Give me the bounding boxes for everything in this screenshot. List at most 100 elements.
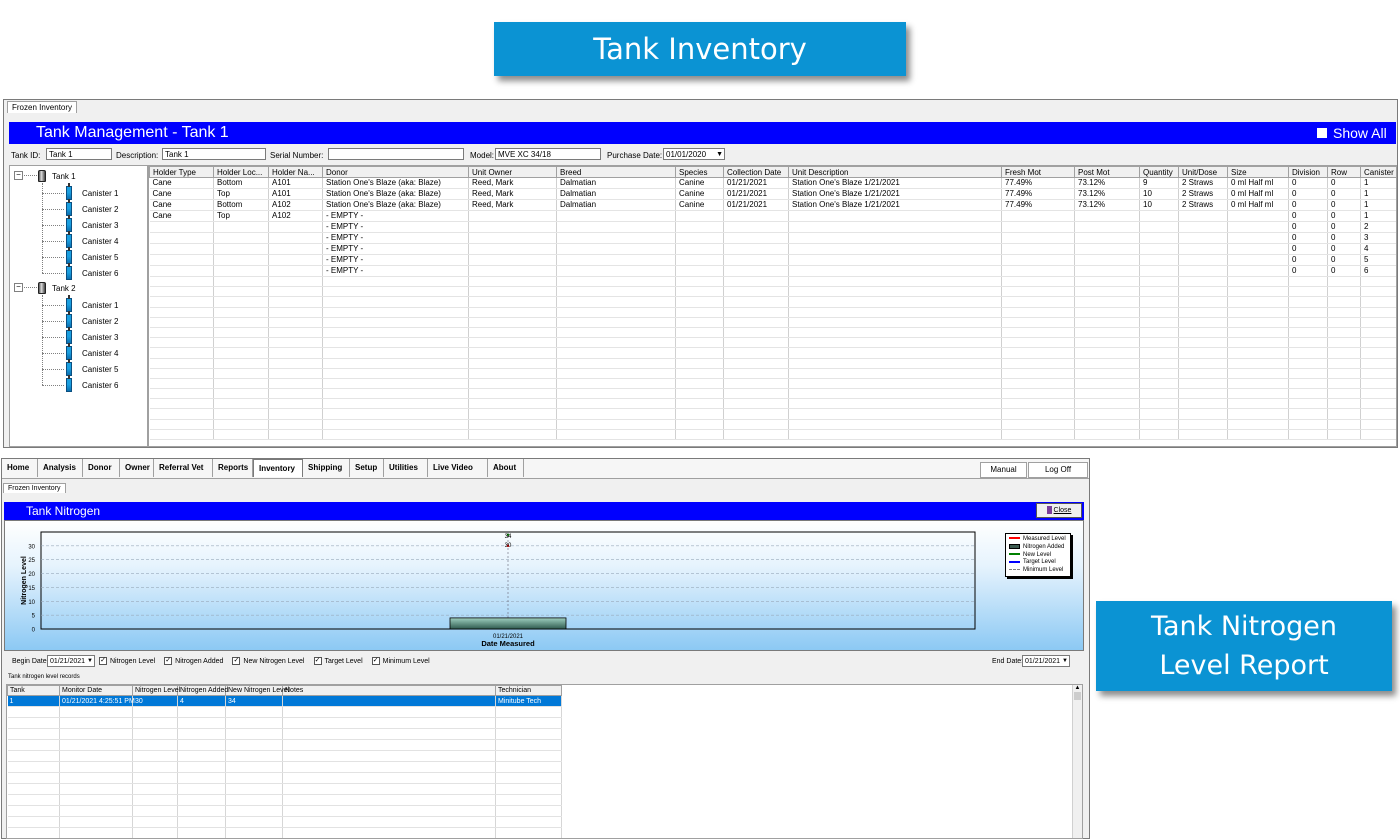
chevron-down-icon[interactable]: ▼ (1062, 657, 1068, 666)
checkbox-checked-icon[interactable]: ✓ (99, 657, 107, 665)
menu-item-owner[interactable]: Owner (120, 459, 154, 477)
column-header[interactable]: Post Mot (1074, 166, 1140, 178)
table-row[interactable] (7, 761, 562, 773)
table-row[interactable] (7, 816, 562, 828)
table-row[interactable] (149, 358, 1396, 369)
column-header[interactable]: Holder Loc... (213, 166, 269, 178)
menu-item-inventory[interactable]: Inventory (253, 459, 303, 477)
tree-item-canister[interactable]: Canister 1 (82, 301, 118, 310)
series-checkbox[interactable]: ✓ Target Level (313, 657, 363, 665)
checkbox-checked-icon[interactable]: ✓ (164, 657, 173, 665)
column-header[interactable]: Holder Type (149, 166, 214, 178)
tree-item-tank[interactable]: Tank 2 (52, 284, 76, 293)
table-row[interactable] (7, 772, 562, 784)
column-header[interactable]: Tank (7, 685, 60, 696)
tree-item-tank[interactable]: Tank 1 (52, 172, 76, 181)
log-off-button[interactable]: Log Off (1028, 462, 1088, 478)
column-header[interactable]: Row (1327, 166, 1361, 178)
table-row[interactable]: Cane Top A101 Station One's Blaze (aka: Bla… (149, 188, 1396, 200)
column-header[interactable]: Size (1227, 166, 1289, 178)
table-row[interactable] (149, 408, 1396, 420)
column-header[interactable]: Nitrogen Level (132, 685, 180, 696)
table-row[interactable]: - EMPTY -005 (149, 254, 1396, 266)
column-header[interactable]: Holder Na... (268, 166, 323, 178)
menu-item-shipping[interactable]: Shipping (303, 459, 350, 477)
tree-item-canister[interactable]: Canister 4 (82, 237, 118, 246)
tree-item-canister[interactable]: Canister 3 (82, 333, 118, 342)
column-header[interactable]: Unit/Dose (1178, 166, 1228, 178)
chevron-down-icon[interactable]: ▼ (87, 657, 93, 666)
table-row[interactable] (7, 750, 562, 762)
table-row[interactable] (7, 783, 562, 795)
tree-item-canister[interactable]: Canister 2 (82, 317, 118, 326)
purchase-date-field[interactable]: 01/01/2020 ▼ (663, 148, 725, 160)
column-header[interactable]: Species (675, 166, 724, 178)
table-row[interactable] (149, 419, 1396, 430)
tree-item-canister[interactable]: Canister 1 (82, 189, 118, 198)
table-row[interactable] (149, 378, 1396, 390)
table-row[interactable] (7, 827, 562, 838)
table-row[interactable] (149, 347, 1396, 359)
scroll-up-arrow-icon[interactable]: ▲ (1073, 685, 1082, 691)
table-row[interactable] (7, 739, 562, 751)
show-all-label[interactable]: Show All (1333, 125, 1387, 141)
tree-collapse-toggle[interactable]: − (14, 283, 23, 292)
series-checkbox[interactable]: ✓ Minimum Level (371, 657, 430, 665)
series-checkbox[interactable]: ✓ New Nitrogen Level (232, 657, 305, 665)
menu-item-setup[interactable]: Setup (350, 459, 384, 477)
column-header[interactable]: Monitor Date (59, 685, 133, 696)
column-header[interactable]: New Nitrogen Level (225, 685, 289, 696)
show-all-checkbox[interactable] (1317, 128, 1327, 138)
table-row[interactable] (149, 429, 1396, 441)
frozen-inventory-tab[interactable]: Frozen Inventory (7, 101, 78, 113)
table-row[interactable] (7, 717, 562, 729)
series-checkbox[interactable]: ✓ Nitrogen Level (99, 657, 155, 665)
column-header[interactable]: Unit Owner (468, 166, 557, 178)
table-row[interactable] (149, 398, 1396, 410)
table-row[interactable]: Cane Bottom A102 Station One's Blaze (aka: … (149, 199, 1396, 211)
menu-item-donor[interactable]: Donor (83, 459, 120, 477)
column-header[interactable]: Collection Date (723, 166, 789, 178)
model-field[interactable]: MVE XC 34/18 (495, 148, 601, 160)
close-button[interactable]: Close (1036, 503, 1082, 518)
table-row[interactable] (149, 327, 1396, 339)
tank-id-field[interactable]: Tank 1 (46, 148, 112, 160)
manual-button[interactable]: Manual (980, 462, 1027, 478)
begin-date-field[interactable]: 01/21/2021 ▼ (47, 655, 95, 667)
table-row[interactable]: - EMPTY -003 (149, 232, 1396, 244)
table-row[interactable] (149, 388, 1396, 400)
column-header[interactable]: Canister (1360, 166, 1396, 178)
column-header[interactable]: Technician (495, 685, 562, 696)
records-scrollbar[interactable]: ▲ (1072, 685, 1082, 838)
table-row[interactable]: Cane Bottom A101 Station One's Blaze (aka: … (149, 177, 1396, 189)
menu-item-analysis[interactable]: Analysis (38, 459, 83, 477)
checkbox-checked-icon[interactable]: ✓ (313, 657, 322, 665)
table-row[interactable]: 1 01/21/2021 4:25:51 PM 30 4 34 Minitube Tech (7, 695, 562, 707)
column-header[interactable]: Donor (322, 166, 469, 178)
table-row[interactable]: Cane Top A102- EMPTY -001 (149, 210, 1396, 222)
tree-collapse-toggle[interactable]: − (14, 171, 23, 180)
table-row[interactable]: - EMPTY -006 (149, 265, 1396, 277)
table-row[interactable] (149, 296, 1396, 308)
column-header[interactable]: Notes (282, 685, 496, 696)
table-row[interactable] (149, 286, 1396, 298)
chevron-down-icon[interactable]: ▼ (716, 150, 723, 159)
table-row[interactable] (7, 794, 562, 806)
table-row[interactable] (149, 317, 1396, 328)
tree-item-canister[interactable]: Canister 3 (82, 221, 118, 230)
checkbox-checked-icon[interactable]: ✓ (371, 657, 380, 665)
menu-item-utilities[interactable]: Utilities (384, 459, 428, 477)
table-row[interactable] (7, 728, 562, 740)
tree-item-canister[interactable]: Canister 6 (82, 381, 118, 390)
table-row[interactable] (7, 805, 562, 817)
column-header[interactable]: Fresh Mot (1001, 166, 1075, 178)
column-header[interactable]: Division (1288, 166, 1328, 178)
menu-item-about[interactable]: About (488, 459, 524, 477)
scrollbar-thumb[interactable] (1074, 692, 1081, 700)
end-date-field[interactable]: 01/21/2021 ▼ (1022, 655, 1070, 667)
table-row[interactable]: - EMPTY -004 (149, 243, 1396, 255)
tree-item-canister[interactable]: Canister 5 (82, 253, 118, 262)
menu-item-referral-vet[interactable]: Referral Vet (154, 459, 213, 477)
menu-item-reports[interactable]: Reports (213, 459, 253, 477)
frozen-inventory-tab-2[interactable]: Frozen Inventory (3, 483, 66, 493)
